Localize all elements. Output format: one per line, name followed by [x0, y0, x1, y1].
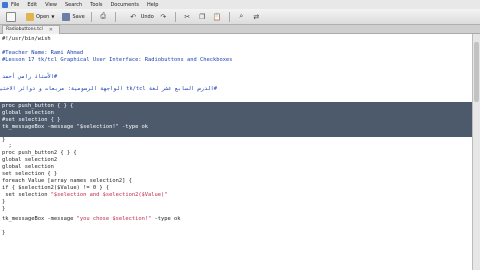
- undo-button[interactable]: ↶ Undo: [124, 11, 156, 22]
- menu-search[interactable]: Search: [65, 2, 82, 8]
- close-icon[interactable]: ✕: [49, 26, 53, 34]
- tab-radiobuttons[interactable]: Radiobuttons.tcl ✕: [2, 25, 60, 34]
- code-token: set selection: [2, 192, 51, 198]
- code-line: proc push_button { } {: [2, 103, 74, 109]
- code-line: #الدرس السابع عشر لغة tk/tcl الواجهة الر…: [0, 86, 217, 92]
- scrollbar-thumb[interactable]: [474, 42, 479, 102]
- code-line: ;: [2, 143, 12, 149]
- toolbar: Open ▼ Save ⎙ ↶ Undo ↷ ✂ ❐ 📋 ⌕ ⇄: [0, 9, 480, 25]
- menu-documents[interactable]: Documents: [110, 2, 139, 8]
- menu-view[interactable]: View: [45, 2, 57, 8]
- save-label: Save: [72, 13, 85, 20]
- undo-label: Undo: [140, 13, 154, 20]
- code-line: #Lesson 17 tk/tcl Graphical User Interfa…: [2, 57, 233, 63]
- code-line: global selection: [2, 164, 54, 170]
- toolbar-divider: [90, 11, 92, 22]
- code-line: }: [2, 206, 6, 212]
- cut-icon[interactable]: ✂: [183, 12, 192, 21]
- code-line: global selection: [2, 110, 54, 116]
- toolbar-divider: [114, 11, 116, 22]
- code-line: set selection "$selection and $selection…: [2, 192, 470, 199]
- save-icon: [62, 12, 71, 21]
- code-line: global selection2: [2, 157, 58, 163]
- open-label: Open: [36, 13, 50, 20]
- code-line: tk_messageBox -message "$selection!" -ty…: [2, 124, 149, 130]
- redo-icon[interactable]: ↷: [159, 12, 168, 21]
- code-line: proc push_button2 { } {: [2, 150, 77, 156]
- code-editor[interactable]: #!/usr/bin/wish #Teacher Name: Rami Ahma…: [0, 34, 472, 270]
- code-line: #Teacher Name: Rami Ahmad: [2, 50, 84, 56]
- toolbar-divider: [228, 11, 230, 22]
- chevron-down-icon[interactable]: ▼: [51, 14, 54, 19]
- menu-file[interactable]: File: [11, 2, 19, 8]
- menu-edit[interactable]: Edit: [27, 2, 37, 8]
- undo-icon: ↶: [130, 12, 137, 21]
- print-icon[interactable]: ⎙: [99, 12, 108, 21]
- new-button[interactable]: [4, 11, 20, 22]
- copy-icon[interactable]: ❐: [198, 12, 207, 21]
- code-line: #!/usr/bin/wish: [2, 36, 51, 42]
- open-icon: [26, 12, 34, 21]
- code-line: foreach Value [array names selection2] {: [2, 178, 132, 184]
- code-line: set selection { }: [2, 171, 58, 177]
- string-literal: "$selection and $selection2($Value)": [50, 192, 168, 198]
- paste-icon[interactable]: 📋: [213, 12, 222, 21]
- open-button[interactable]: Open ▼: [24, 11, 56, 22]
- menu-bar: File Edit View Search Tools Documents He…: [0, 0, 480, 9]
- code-line: if { $selection2($Value) != 0 } {: [2, 185, 110, 191]
- menu-tools[interactable]: Tools: [90, 2, 102, 8]
- save-button[interactable]: Save: [60, 11, 86, 22]
- code-line: }: [2, 199, 6, 205]
- code-line: tk_messageBox -message "you chose $selec…: [2, 216, 470, 223]
- code-token: tk_messageBox -message: [2, 216, 77, 222]
- new-icon: [6, 11, 16, 22]
- toolbar-divider: [174, 11, 176, 22]
- code-token: -type ok: [151, 216, 181, 222]
- app-icon: [2, 1, 8, 8]
- find-icon[interactable]: ⌕: [237, 12, 246, 21]
- string-literal: "you chose $selection!": [76, 216, 152, 222]
- replace-icon[interactable]: ⇄: [252, 12, 261, 21]
- code-line: #الأستاذ رامي أحمد: [2, 74, 58, 80]
- vertical-scrollbar[interactable]: [472, 34, 480, 270]
- code-line: }: [2, 230, 6, 236]
- menu-help[interactable]: Help: [147, 2, 158, 8]
- tab-label: Radiobuttons.tcl: [6, 27, 43, 32]
- code-line: #set selection { }: [2, 117, 61, 123]
- tab-bar: Radiobuttons.tcl ✕: [0, 25, 480, 34]
